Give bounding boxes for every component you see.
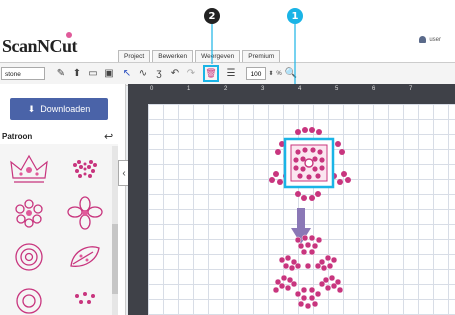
crown-icon <box>10 154 48 183</box>
ruler-label: 1 <box>187 86 191 92</box>
pattern-tile-flower[interactable] <box>58 194 112 232</box>
download-label: Downloaden <box>40 104 91 114</box>
callout-2: 2 <box>204 8 220 24</box>
user-menu[interactable]: user <box>419 36 441 43</box>
header: ScanNCut Project Bewerken Weergeven Prem… <box>0 0 455 62</box>
download-icon: ⬇ <box>27 103 36 114</box>
pattern-tile-leaf[interactable] <box>58 238 112 276</box>
rhinestone-design-selected[interactable] <box>268 122 353 207</box>
sidebar: ⬇ Downloaden Patroon ↩ <box>0 84 126 315</box>
logo-scissors-icon <box>66 32 72 38</box>
pattern-grid <box>0 144 118 315</box>
user-name: user <box>429 36 441 43</box>
select-tool-icon[interactable]: ↖ <box>120 66 134 81</box>
pattern-7-icon <box>16 288 42 314</box>
pattern-8-icon <box>75 292 95 304</box>
ruler-label: 2 <box>224 86 228 92</box>
pattern-tile-flower-ring[interactable] <box>2 194 56 232</box>
menu-tabs: Project Bewerken Weergeven Premium <box>118 50 282 62</box>
butterfly-icon <box>73 160 97 178</box>
section-title: Patroon <box>2 132 33 141</box>
flower-ring-icon <box>15 199 43 228</box>
ruler-label: 0 <box>150 86 154 92</box>
canvas-area[interactable]: 0 1 2 3 4 5 6 7 <box>128 84 455 315</box>
undo-icon[interactable]: ↶ <box>168 66 182 81</box>
rose-icon <box>15 243 43 271</box>
pattern-tile-butterfly[interactable] <box>58 150 112 188</box>
pattern-tile-crown[interactable] <box>2 150 56 188</box>
ruler-label: 3 <box>261 86 265 92</box>
user-icon <box>419 36 427 43</box>
flower-icon <box>67 196 103 230</box>
pattern-tile-8[interactable] <box>58 282 112 315</box>
project-name-field[interactable]: stone <box>1 67 45 80</box>
text-tool-icon[interactable]: ʒ <box>152 66 166 81</box>
zoom-input[interactable]: 100 <box>246 67 266 80</box>
ruler-label: 6 <box>372 86 376 92</box>
ruler-label: 5 <box>335 86 339 92</box>
tab-weergeven[interactable]: Weergeven <box>195 50 241 62</box>
edit-icon[interactable]: ✎ <box>54 66 68 81</box>
callout-1: 1 <box>287 8 303 24</box>
ruler-label: 7 <box>409 86 413 92</box>
pattern-tile-7[interactable] <box>2 282 56 315</box>
back-icon[interactable]: ↩ <box>104 130 113 143</box>
rhinestone-design-result[interactable] <box>268 232 353 315</box>
app-window: ScanNCut Project Bewerken Weergeven Prem… <box>0 0 455 315</box>
folder-icon[interactable]: ▭ <box>86 66 100 81</box>
save-icon[interactable]: ▣ <box>102 66 116 81</box>
tab-premium[interactable]: Premium <box>242 50 281 62</box>
toolbar: stone ✎ ⬆ ▭ ▣ ↖ ∿ ʒ ↶ ↷ 🗑 ☰ 100 ⬍ % 🔍 <box>0 62 455 86</box>
leaf-icon <box>70 246 100 267</box>
zoom-search-icon[interactable]: 🔍 <box>284 66 298 81</box>
redo-icon[interactable]: ↷ <box>184 66 198 81</box>
zoom-unit: % <box>276 70 282 77</box>
tab-project[interactable]: Project <box>118 50 151 62</box>
ruler-horizontal: 0 1 2 3 4 5 6 7 <box>128 84 455 104</box>
download-button[interactable]: ⬇ Downloaden <box>10 98 108 120</box>
tab-bewerken[interactable]: Bewerken <box>152 50 194 62</box>
delete-icon[interactable]: 🗑 <box>203 65 219 82</box>
list-icon[interactable]: ☰ <box>224 66 238 81</box>
zoom-stepper[interactable]: ⬍ <box>267 66 275 81</box>
draw-tool-icon[interactable]: ∿ <box>136 66 150 81</box>
ruler-vertical <box>128 104 148 315</box>
ruler-label: 4 <box>298 86 302 92</box>
scroll-thumb[interactable] <box>112 224 118 294</box>
upload-icon[interactable]: ⬆ <box>70 66 84 81</box>
pattern-tile-rose[interactable] <box>2 238 56 276</box>
